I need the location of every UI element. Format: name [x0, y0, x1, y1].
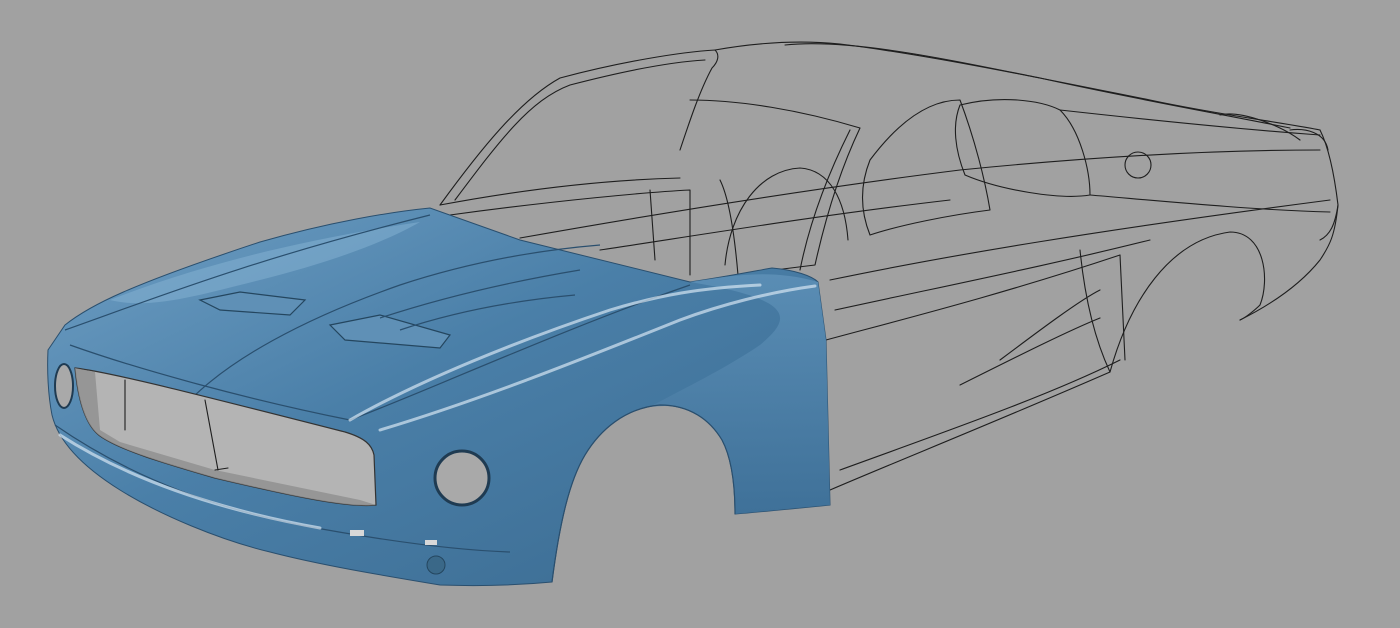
- door-arch: [724, 167, 849, 266]
- quarter-window: [862, 99, 991, 236]
- rear-spoiler: [1219, 113, 1329, 151]
- windshield-frame: [439, 49, 719, 206]
- rear-quarter: [1239, 204, 1339, 321]
- interior-tub: [649, 179, 739, 276]
- trunk-panel: [1059, 109, 1331, 213]
- cad-viewport[interactable]: [0, 0, 1400, 628]
- headlight-left: [54, 363, 74, 409]
- roof-line-inner: [784, 43, 1291, 129]
- front-body-surface[interactable]: [47, 207, 831, 587]
- rocker-line: [829, 359, 1121, 491]
- side-scoop: [959, 289, 1101, 386]
- headlight-right: [433, 449, 491, 507]
- door-seam: [1079, 249, 1126, 373]
- roof-line: [714, 41, 1321, 131]
- windshield-inner: [454, 59, 706, 201]
- bumper-slot-2: [425, 540, 437, 545]
- bumper-slot: [350, 530, 364, 536]
- fog-light: [426, 555, 446, 575]
- b-pillar: [799, 129, 851, 271]
- rear-wheel-arch: [1109, 231, 1266, 373]
- side-crease: [825, 239, 1151, 341]
- beltline-lower: [599, 199, 1331, 281]
